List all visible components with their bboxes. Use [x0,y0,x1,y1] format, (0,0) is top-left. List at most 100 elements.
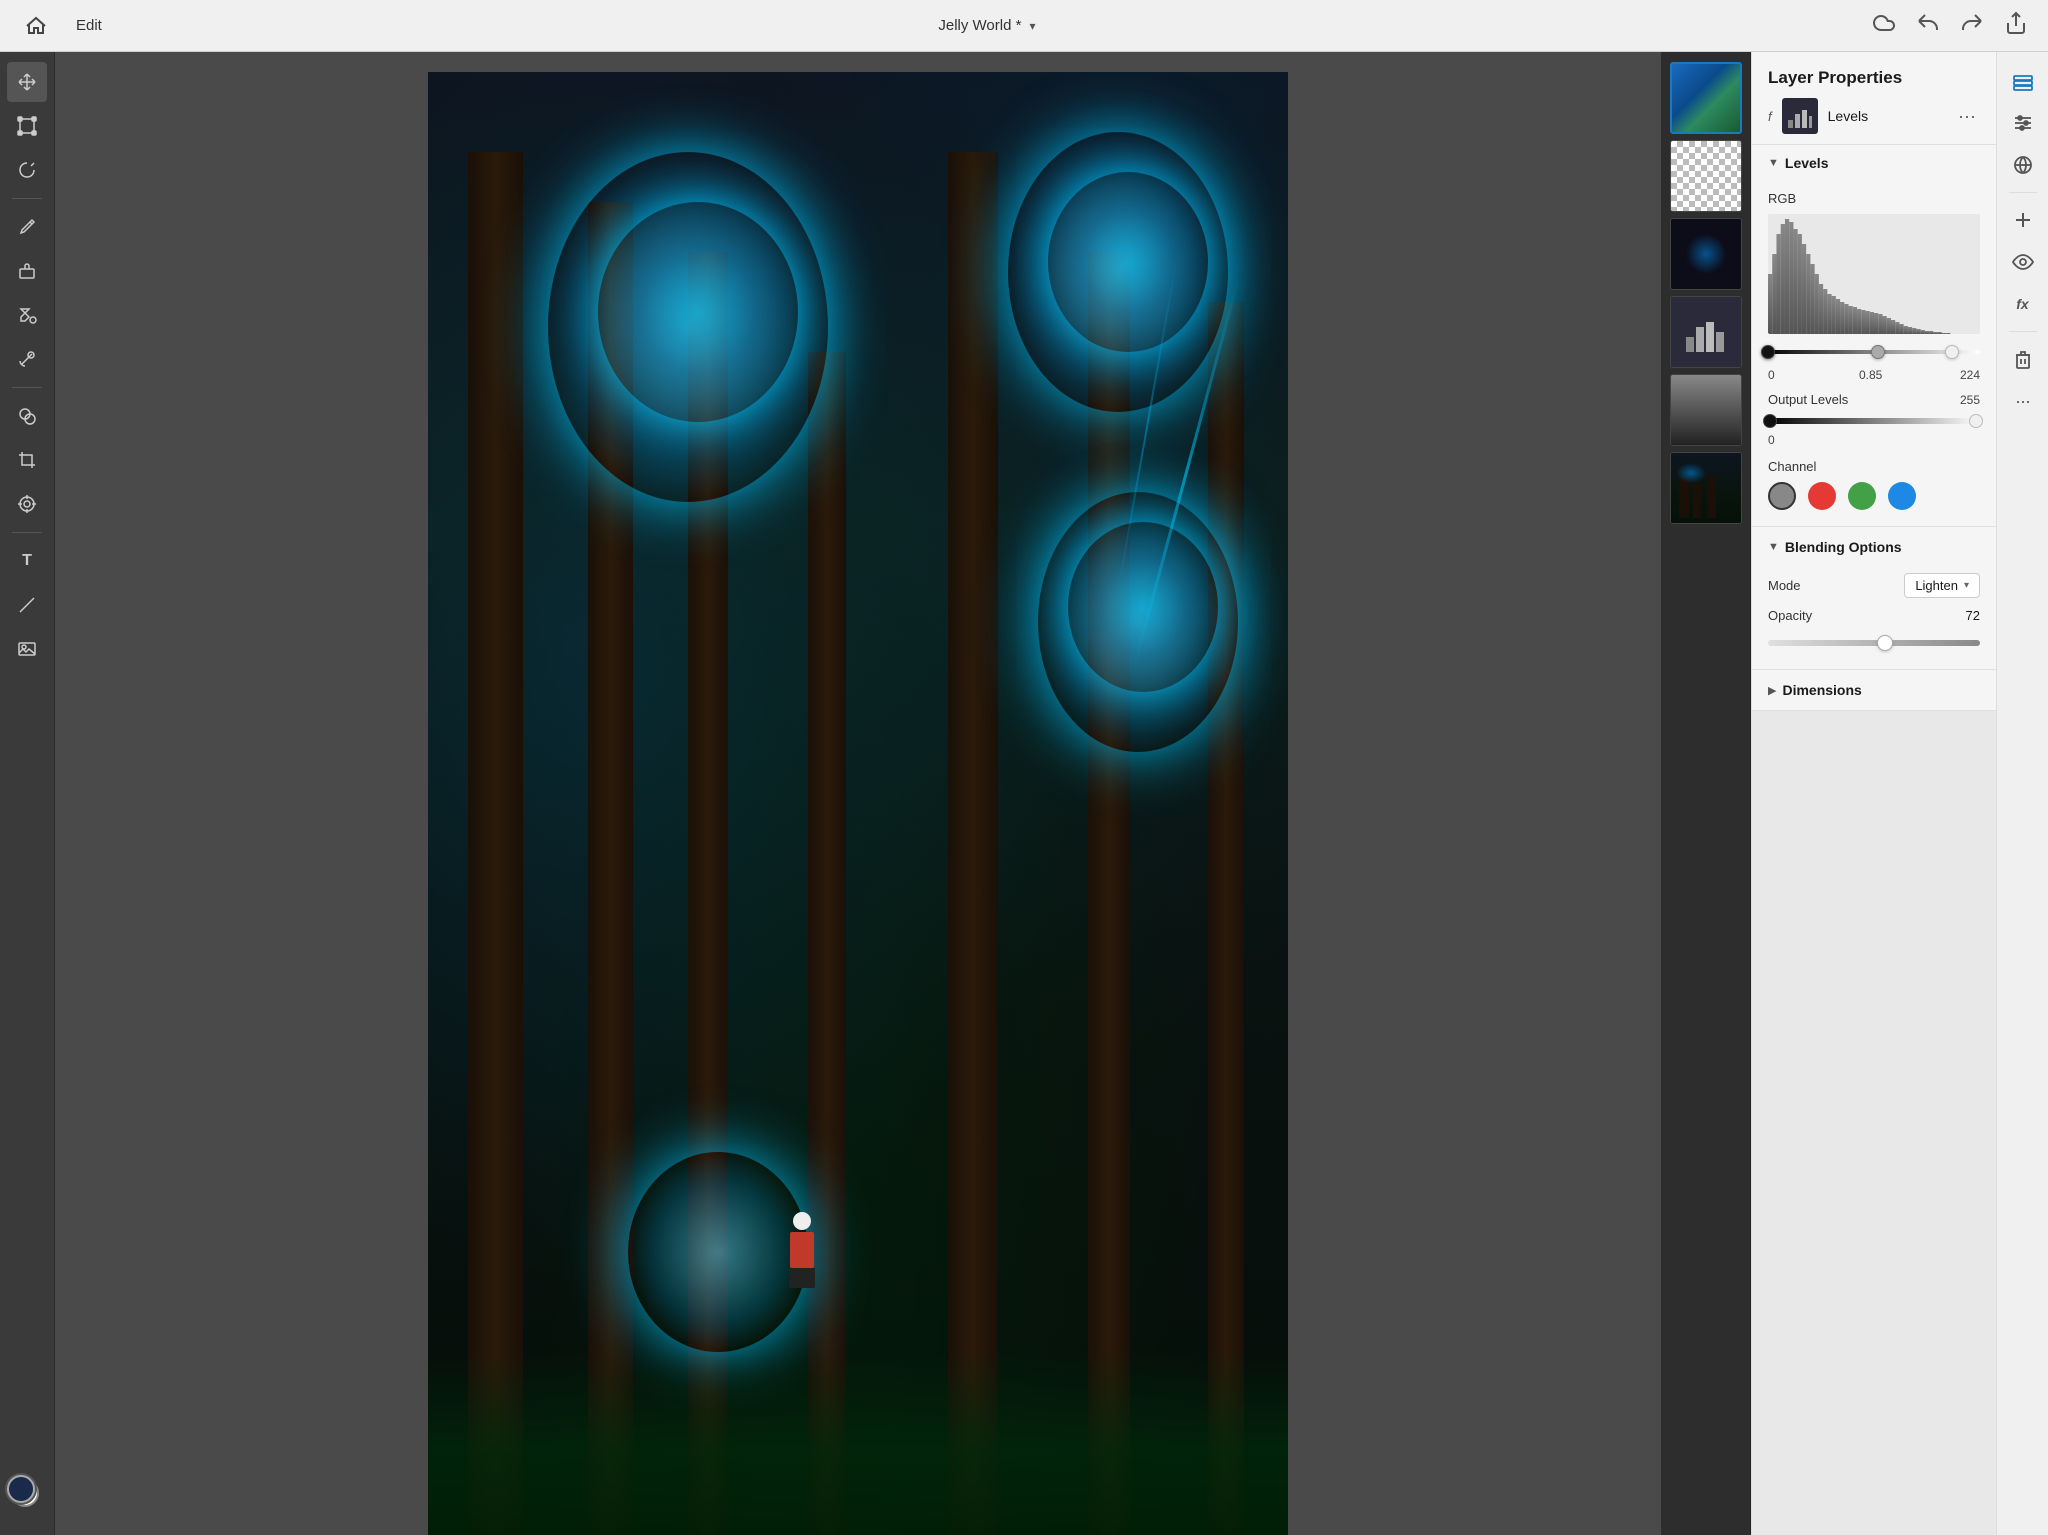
brush-tool[interactable] [7,207,47,247]
input-min-val: 0 [1768,368,1798,382]
layer-f-label: f [1768,109,1772,124]
dimensions-section: ▶ Dimensions [1752,670,1996,711]
output-white-thumb[interactable] [1969,414,1983,428]
filters-panel-icon[interactable] [2004,146,2042,184]
dimensions-title: Dimensions [1782,682,1861,698]
input-black-thumb[interactable] [1761,345,1775,359]
tree-5 [948,152,998,1535]
tree-7 [1208,302,1244,1535]
pen-tool[interactable] [7,585,47,625]
undo-icon[interactable] [1916,11,1940,41]
main-area: T [0,52,2048,1535]
layer-thumb-forest[interactable] [1670,452,1742,524]
right-panel: Layer Properties f Levels ··· [1751,52,1996,1535]
output-levels-label: Output Levels 255 [1768,392,1980,407]
image-tool[interactable] [7,629,47,669]
jelly-glow-4 [628,1152,808,1352]
redo-icon[interactable] [1960,11,1984,41]
fern-layer [428,1352,1288,1535]
crop-tool[interactable] [7,440,47,480]
dropdown-chevron: ▾ [1964,580,1969,591]
cloud-icon[interactable] [1872,11,1896,41]
opacity-thumb[interactable] [1877,635,1893,651]
left-toolbar: T [0,52,55,1535]
add-layer-icon[interactable] [2004,201,2042,239]
top-bar: Edit Jelly World * ▾ [0,0,2048,52]
more-options-icon[interactable]: ··· [2004,382,2042,420]
blending-section: ▼ Blending Options Mode Lighten ▾ Opacit… [1752,527,1996,670]
document-title: Jelly World * ▾ [938,17,1035,34]
lasso-tool[interactable] [7,150,47,190]
input-mid-thumb[interactable] [1871,345,1885,359]
toolbar-separator-2 [12,387,42,388]
fg-color-swatch[interactable] [7,1475,35,1503]
channel-green[interactable] [1848,482,1876,510]
smudge-tool[interactable] [7,339,47,379]
move-tool[interactable] [7,62,47,102]
delete-layer-icon[interactable] [2004,340,2042,378]
input-levels-values: 0 0.85 224 [1768,368,1980,382]
levels-section-content: RGB [1752,181,1996,526]
output-level-values: 0 [1768,433,1980,447]
top-bar-right [1872,11,2028,41]
opacity-slider[interactable] [1768,633,1980,653]
eraser-tool[interactable] [7,251,47,291]
panel-header: Layer Properties f Levels ··· [1752,52,1996,145]
blending-section-title: Blending Options [1785,539,1902,555]
rgb-label: RGB [1768,191,1980,206]
input-mid-val: 0.85 [1859,368,1889,382]
clone-tool[interactable] [7,396,47,436]
layer-thumb-levels[interactable] [1670,296,1742,368]
human-figure [789,1212,815,1282]
edit-menu[interactable]: Edit [76,17,102,34]
home-button[interactable] [20,10,52,42]
blending-content: Mode Lighten ▾ Opacity 72 [1752,567,1996,669]
output-black-thumb[interactable] [1763,414,1777,428]
transform-tool[interactable] [7,106,47,146]
panel-layer-name: Levels [1828,108,1944,124]
mode-label: Mode [1768,578,1801,593]
mode-dropdown[interactable]: Lighten ▾ [1904,573,1980,598]
jellyfish-1 [598,202,798,422]
layer-thumb-gradient[interactable] [1670,62,1742,134]
levels-chevron: ▼ [1768,157,1779,169]
far-right-sep-1 [2009,192,2037,193]
input-levels-slider[interactable] [1768,340,1980,364]
channel-gray[interactable] [1768,482,1796,510]
blending-section-header[interactable]: ▼ Blending Options [1752,527,1996,567]
canvas-image[interactable] [428,72,1288,1535]
levels-section-title: Levels [1785,155,1829,171]
panel-layer-row: f Levels ··· [1768,98,1980,134]
channel-label: Channel [1768,459,1980,474]
tree-1 [468,152,523,1535]
panel-more-button[interactable]: ··· [1954,104,1980,129]
output-levels-slider[interactable] [1768,411,1980,431]
levels-section: ▼ Levels RGB [1752,145,1996,527]
share-icon[interactable] [2004,11,2028,41]
layers-panel-icon[interactable] [2004,62,2042,100]
channel-red[interactable] [1808,482,1836,510]
adjustments-panel-icon[interactable] [2004,104,2042,142]
visibility-icon[interactable] [2004,243,2042,281]
target-tool[interactable] [7,484,47,524]
output-min-val: 0 [1768,433,1775,447]
layer-thumb-bw[interactable] [1670,374,1742,446]
panel-title: Layer Properties [1768,68,1980,88]
dimensions-chevron: ▶ [1768,684,1776,697]
panel-layer-thumbnail[interactable] [1782,98,1818,134]
top-bar-left: Edit [20,10,102,42]
dimensions-header[interactable]: ▶ Dimensions [1752,670,1996,710]
layer-thumb-checker[interactable] [1670,140,1742,212]
jellyfish-2 [1048,172,1208,352]
fill-tool[interactable] [7,295,47,335]
layer-thumb-dark[interactable] [1670,218,1742,290]
channel-blue[interactable] [1888,482,1916,510]
levels-section-header[interactable]: ▼ Levels [1752,145,1996,181]
channel-circles [1768,482,1980,510]
toolbar-separator-3 [12,532,42,533]
type-tool[interactable]: T [7,541,47,581]
opacity-label: Opacity [1768,608,1812,623]
fx-icon[interactable]: fx [2004,285,2042,323]
title-chevron[interactable]: ▾ [1029,19,1035,33]
input-white-thumb[interactable] [1945,345,1959,359]
